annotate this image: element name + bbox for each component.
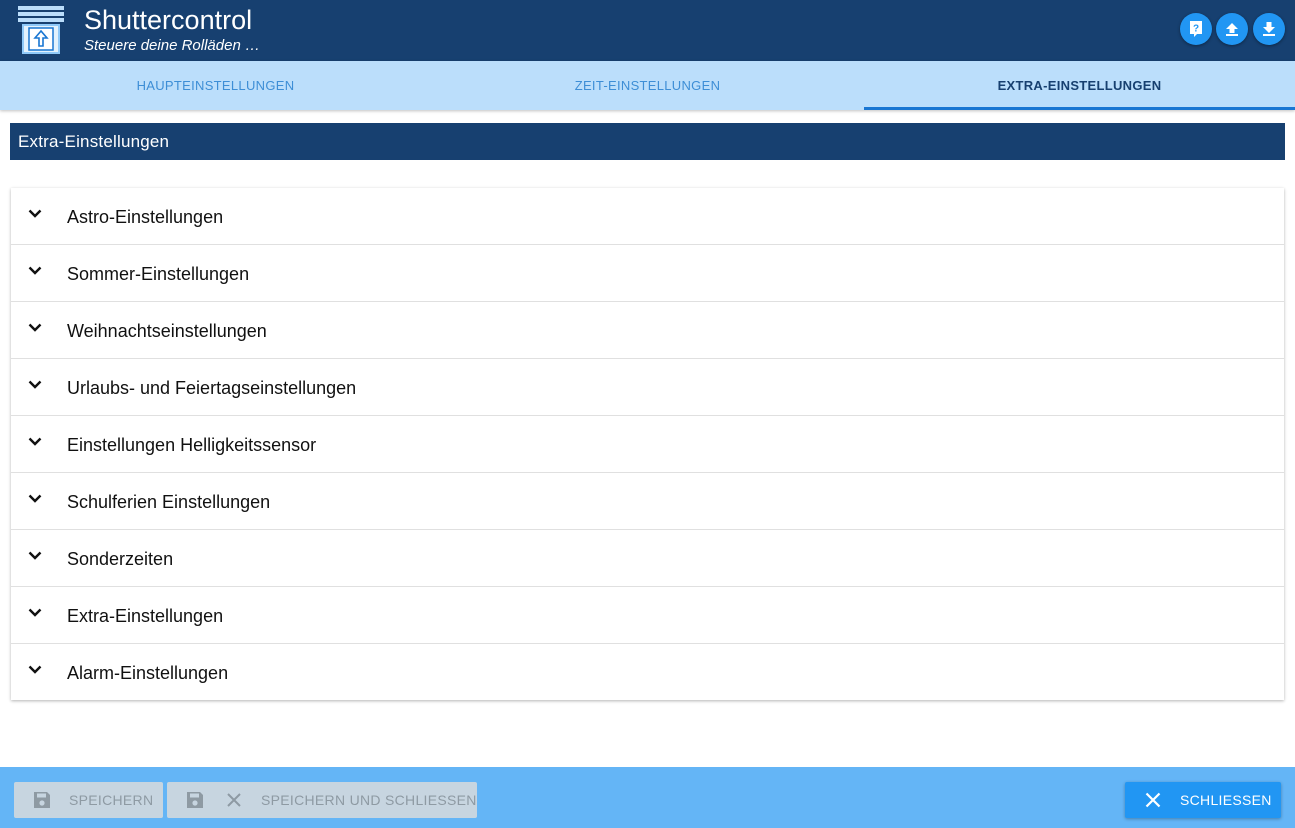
footer-bar: SPEICHERN SPEICHERN UND SCHLIESSEN SCHLI… <box>0 767 1295 828</box>
accordion-item-schulferien[interactable]: Schulferien Einstellungen <box>11 473 1284 530</box>
tab-haupteinstellungen[interactable]: HAUPTEINSTELLUNGEN <box>0 61 431 110</box>
chevron-down-icon <box>28 266 42 275</box>
chevron-down-icon <box>28 551 42 560</box>
accordion-item-extra[interactable]: Extra-Einstellungen <box>11 587 1284 644</box>
close-button[interactable]: SCHLIESSEN <box>1125 782 1281 818</box>
accordion-item-astro[interactable]: Astro-Einstellungen <box>11 188 1284 245</box>
accordion-item-helligkeitssensor[interactable]: Einstellungen Helligkeitssensor <box>11 416 1284 473</box>
accordion-item-label: Weihnachtseinstellungen <box>67 321 267 341</box>
upload-icon <box>1226 23 1238 36</box>
tab-extra-einstellungen[interactable]: EXTRA-EINSTELLUNGEN <box>864 61 1295 110</box>
accordion-item-label: Extra-Einstellungen <box>67 606 224 626</box>
accordion-item-label: Alarm-Einstellungen <box>67 663 229 683</box>
accordion-item-sommer[interactable]: Sommer-Einstellungen <box>11 245 1284 302</box>
upload-button[interactable] <box>1216 13 1248 45</box>
app-header: Shuttercontrol Steuere deine Rolläden … … <box>0 0 1295 61</box>
settings-accordion: Astro-Einstellungen Sommer-Einstellungen… <box>11 188 1284 700</box>
accordion-item-label: Einstellungen Helligkeitssensor <box>67 435 317 455</box>
chevron-down-icon <box>28 665 42 674</box>
chevron-down-icon <box>28 380 42 389</box>
download-button[interactable] <box>1253 13 1285 45</box>
close-icon <box>1143 792 1163 808</box>
accordion-item-label: Schulferien Einstellungen <box>67 492 271 512</box>
app-subtitle: Steuere deine Rolläden … <box>84 37 260 54</box>
tab-zeit-einstellungen[interactable]: ZEIT-EINSTELLUNGEN <box>432 61 863 110</box>
accordion-item-alarm[interactable]: Alarm-Einstellungen <box>11 644 1284 701</box>
accordion-item-label: Urlaubs- und Feiertagseinstellungen <box>67 378 357 398</box>
shutter-logo-icon <box>18 6 64 54</box>
save-button[interactable]: SPEICHERN <box>14 782 163 818</box>
accordion-item-label: Sonderzeiten <box>67 549 174 569</box>
save-icon <box>185 791 205 809</box>
save-and-close-button[interactable]: SPEICHERN UND SCHLIESSEN <box>167 782 477 818</box>
close-button-label: SCHLIESSEN <box>1180 792 1272 808</box>
chevron-down-icon <box>28 494 42 503</box>
svg-text:?: ? <box>1193 24 1199 35</box>
tab-bar: HAUPTEINSTELLUNGEN ZEIT-EINSTELLUNGEN EX… <box>0 61 1295 110</box>
active-tab-indicator <box>864 107 1295 110</box>
chevron-down-icon <box>28 608 42 617</box>
accordion-item-label: Astro-Einstellungen <box>67 207 224 227</box>
accordion-item-sonderzeiten[interactable]: Sonderzeiten <box>11 530 1284 587</box>
accordion-item-urlaub[interactable]: Urlaubs- und Feiertagseinstellungen <box>11 359 1284 416</box>
accordion-item-label: Sommer-Einstellungen <box>67 264 250 284</box>
save-and-close-button-label: SPEICHERN UND SCHLIESSEN <box>261 792 477 808</box>
download-icon <box>1263 22 1275 36</box>
help-icon: ? <box>1190 21 1202 37</box>
accordion-item-weihnachten[interactable]: Weihnachtseinstellungen <box>11 302 1284 359</box>
save-icon <box>32 791 52 809</box>
chevron-down-icon <box>28 323 42 332</box>
close-icon <box>224 793 244 807</box>
app-title: Shuttercontrol <box>84 5 253 35</box>
help-button[interactable]: ? <box>1180 13 1212 45</box>
save-button-label: SPEICHERN <box>69 792 154 808</box>
chevron-down-icon <box>28 437 42 446</box>
chevron-down-icon <box>28 209 42 218</box>
section-title: Extra-Einstellungen <box>10 123 1285 160</box>
